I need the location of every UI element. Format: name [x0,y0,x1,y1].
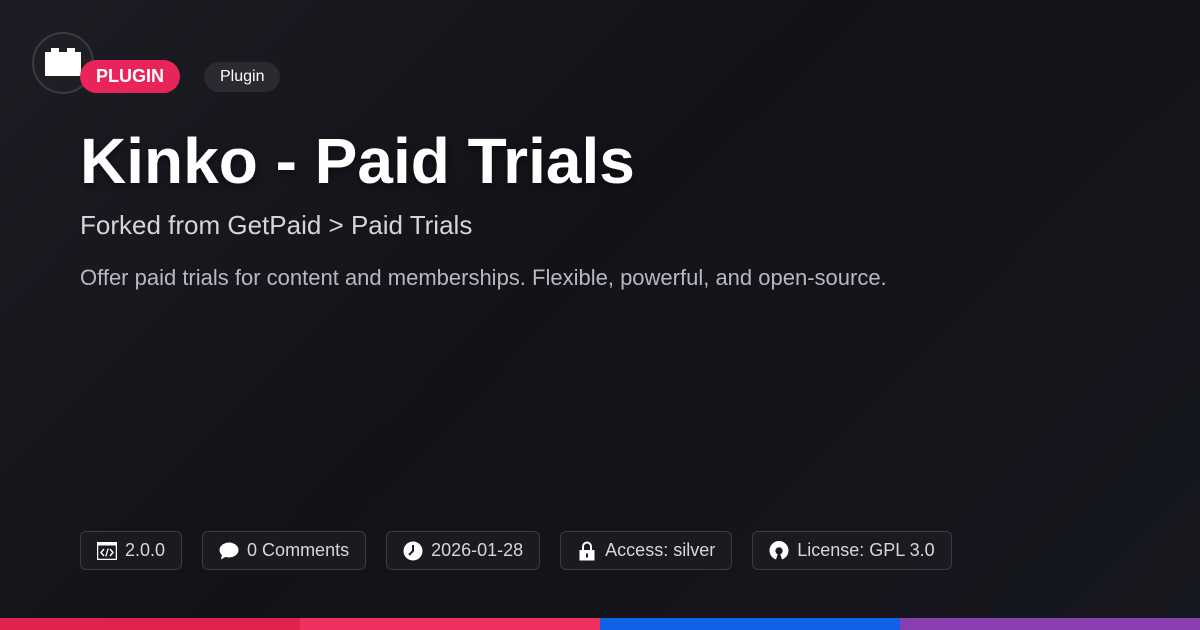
category-badge[interactable]: PLUGIN [80,60,181,93]
color-stripe [0,618,1200,630]
clock-icon [403,541,423,561]
open-source-icon [769,540,789,561]
license-text: License: GPL 3.0 [797,540,935,560]
comments-text: 0 Comments [247,540,350,560]
stripe-segment-red [0,618,300,630]
version-text: 2.0.0 [125,540,166,560]
type-badge[interactable]: Plugin [204,62,281,92]
stripe-segment-blue [600,618,900,630]
page-title: Kinko - Paid Trials [80,125,635,197]
comments-chip[interactable]: 0 Comments [202,531,367,570]
speech-bubble-icon [219,541,239,561]
license-chip: License: GPL 3.0 [752,531,952,570]
stripe-segment-pink [300,618,600,630]
plugin-block-icon [45,48,81,76]
lock-icon [577,541,597,561]
meta-row: 2.0.0 0 Comments 2026-01-28 Access: silv… [80,531,952,570]
description: Offer paid trials for content and member… [80,265,887,290]
code-icon [97,541,117,561]
version-chip: 2.0.0 [80,531,183,570]
date-text: 2026-01-28 [431,540,524,560]
fork-subtitle: Forked from GetPaid > Paid Trials [80,210,473,240]
date-chip: 2026-01-28 [386,531,541,570]
access-chip: Access: silver [560,531,733,570]
access-text: Access: silver [605,540,716,560]
stripe-segment-purple [900,618,1200,630]
